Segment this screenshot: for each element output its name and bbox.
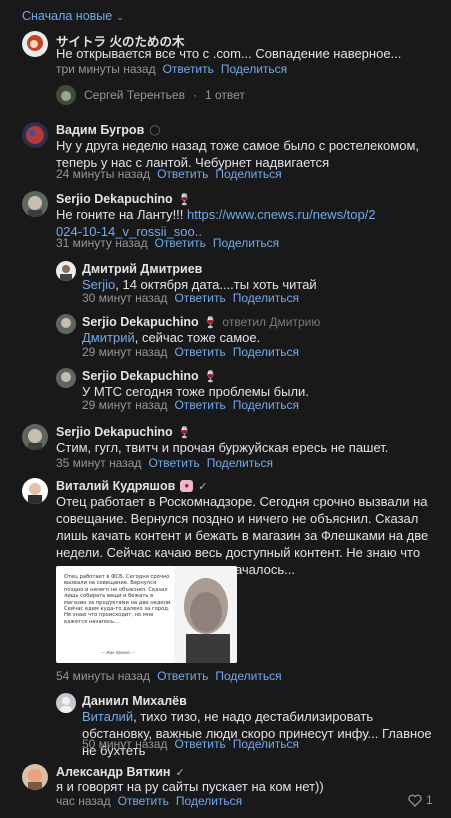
comment-author[interactable]: Виталий Кудряшов ● ✓: [56, 479, 208, 493]
reply-button[interactable]: Ответить: [163, 62, 214, 76]
comment-time: 31 минуту назад: [56, 236, 148, 250]
comment-author[interactable]: Вадим Бугров ◯: [56, 123, 160, 137]
thread-author: Сергей Терентьев: [84, 88, 185, 102]
comment-time: 50 минут назад: [82, 737, 168, 751]
reply-to-label[interactable]: ответил Дмитрию: [222, 315, 320, 329]
comment-time: 54 минуты назад: [56, 669, 151, 683]
eye-icon: ◯: [149, 124, 161, 136]
reply-button[interactable]: Ответить: [174, 291, 225, 305]
comment-author[interactable]: Дмитрий Дмитриев: [82, 262, 202, 276]
avatar[interactable]: [22, 31, 48, 57]
share-button[interactable]: Поделиться: [176, 794, 242, 808]
comment-author[interactable]: Serjio Dekapuchino 🍷 ответил Дмитрию: [82, 315, 320, 329]
share-button[interactable]: Поделиться: [215, 167, 281, 181]
image-signature: — Жак Фреско —: [100, 650, 136, 655]
verified-check-icon: ✓: [198, 480, 208, 493]
reply-button[interactable]: Ответить: [174, 398, 225, 412]
avatar[interactable]: [22, 764, 48, 790]
comment-text: Стим, гугл, твитч и прочая буржуйская ер…: [56, 440, 389, 455]
reply-button[interactable]: Ответить: [174, 737, 225, 751]
comment-text: Виталий, тихо тизо, не надо дестабилизир…: [82, 709, 432, 758]
avatar[interactable]: [56, 693, 76, 713]
comment-time: 29 минут назад: [82, 398, 168, 412]
avatar[interactable]: [56, 368, 76, 388]
avatar[interactable]: [22, 424, 48, 450]
comment-text: Дмитрий, сейчас тоже самое.: [82, 330, 261, 345]
comment-meta: 50 минут назад Ответить Поделиться: [82, 737, 299, 751]
comment-meta: 31 минуту назад Ответить Поделиться: [56, 236, 279, 250]
reply-button[interactable]: Ответить: [155, 236, 206, 250]
comment-time: 30 минут назад: [82, 291, 168, 305]
share-button[interactable]: Поделиться: [207, 456, 273, 470]
comment-meta: 29 минут назад Ответить Поделиться: [82, 345, 299, 359]
reply-button[interactable]: Ответить: [174, 345, 225, 359]
mention-link[interactable]: Виталий: [82, 709, 133, 724]
share-button[interactable]: Поделиться: [233, 398, 299, 412]
avatar[interactable]: [22, 478, 48, 504]
like-count: 1: [426, 793, 433, 807]
avatar[interactable]: [22, 122, 48, 148]
reply-button[interactable]: Ответить: [157, 167, 208, 181]
comment-author[interactable]: Александр Вяткин ✓: [56, 765, 185, 779]
reply-button[interactable]: Ответить: [148, 456, 199, 470]
share-button[interactable]: Поделиться: [233, 345, 299, 359]
mention-link[interactable]: Serjio: [82, 277, 115, 292]
sort-label: Сначала новые: [22, 9, 113, 23]
like-button[interactable]: 1: [408, 793, 433, 807]
comment-meta: три минуты назад Ответить Поделиться: [56, 62, 287, 76]
wine-glass-icon: 🍷: [203, 370, 218, 383]
comment-text: Ну у друга неделю назад тоже самое было …: [56, 138, 419, 170]
thread-preview[interactable]: Сергей Терентьев · 1 ответ: [56, 82, 245, 108]
comment-meta: 35 минут назад Ответить Поделиться: [56, 456, 273, 470]
sticker-icon: ●: [180, 480, 194, 492]
heart-icon: [408, 794, 422, 807]
comment-time: 29 минут назад: [82, 345, 168, 359]
share-button[interactable]: Поделиться: [221, 62, 287, 76]
image-quote-text: Отец работает в ФСБ. Сегодня срочно вызв…: [64, 574, 172, 625]
comment-author[interactable]: Даниил Михалёв: [82, 694, 187, 708]
wine-glass-icon: 🍷: [177, 193, 192, 206]
avatar[interactable]: [56, 314, 76, 334]
comment-text: я и говорят на ру сайты пускает на ком н…: [56, 779, 324, 794]
wine-glass-icon: 🍷: [203, 316, 218, 329]
wine-glass-icon: 🍷: [177, 426, 192, 439]
avatar[interactable]: [22, 191, 48, 217]
attached-image[interactable]: Отец работает в ФСБ. Сегодня срочно вызв…: [56, 566, 237, 663]
comment-meta: 29 минут назад Ответить Поделиться: [82, 398, 299, 412]
comment-meta: час назад Ответить Поделиться: [56, 794, 242, 808]
comment-meta: 54 минуты назад Ответить Поделиться: [56, 669, 282, 683]
share-button[interactable]: Поделиться: [233, 291, 299, 305]
mention-link[interactable]: Дмитрий: [82, 330, 135, 345]
thread-separator: ·: [192, 88, 197, 102]
comment-author[interactable]: Serjio Dekapuchino 🍷: [56, 425, 191, 439]
comment-time: час назад: [56, 794, 111, 808]
share-button[interactable]: Поделиться: [233, 737, 299, 751]
comment-meta: 24 минуты назад Ответить Поделиться: [56, 167, 282, 181]
reply-button[interactable]: Ответить: [157, 669, 208, 683]
comment-author[interactable]: Serjio Dekapuchino 🍷: [82, 369, 217, 383]
avatar[interactable]: [56, 261, 76, 281]
comment-author[interactable]: Serjio Dekapuchino 🍷: [56, 192, 191, 206]
chevron-down-icon: ⌄: [116, 11, 124, 22]
comment-time: 24 минуты назад: [56, 167, 151, 181]
comment-time: три минуты назад: [56, 62, 156, 76]
comment-text: Не открывается все что с .com... Совпаде…: [56, 46, 402, 61]
avatar: [56, 85, 76, 105]
verified-check-icon: ✓: [175, 766, 185, 779]
thread-replies: 1 ответ: [204, 88, 245, 102]
comment-text: Не гоните на Ланту!!! https://www.cnews.…: [56, 207, 376, 239]
comment-meta: 30 минут назад Ответить Поделиться: [82, 291, 299, 305]
share-button[interactable]: Поделиться: [213, 236, 279, 250]
comment-time: 35 минут назад: [56, 456, 142, 470]
sort-dropdown[interactable]: Сначала новые ⌄: [22, 9, 124, 23]
reply-button[interactable]: Ответить: [118, 794, 169, 808]
share-button[interactable]: Поделиться: [215, 669, 281, 683]
